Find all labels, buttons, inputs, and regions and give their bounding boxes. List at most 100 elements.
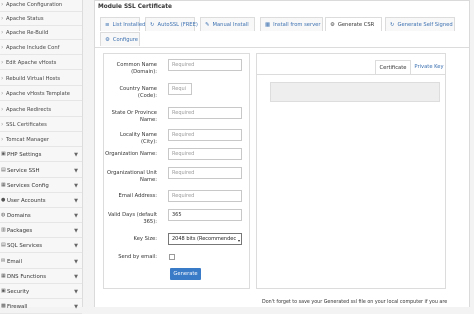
chevron-right-icon: ›: [1, 90, 4, 97]
caret-down-icon: ▼: [74, 242, 78, 249]
tab-install-from-server[interactable]: ▦ Install from server: [260, 17, 323, 31]
caret-down-icon: ▼: [74, 288, 78, 295]
tab-bar: ≡ List Installed ↻ AutoSSL (FREE) ✎ Manual …: [95, 15, 469, 48]
valid-days-input[interactable]: [168, 209, 242, 221]
sidebar-category-service-ssh[interactable]: ▤ Service SSH ▼: [0, 164, 82, 178]
caret-down-icon: ▼: [74, 197, 78, 204]
chevron-right-icon: ›: [1, 121, 4, 128]
state-province-label: State Or Province Name:: [111, 110, 157, 123]
user-icon: ●: [1, 197, 6, 203]
sidebar-category-user-accounts[interactable]: ● User Accounts ▼: [0, 194, 82, 208]
sidebar-category-dns-functions[interactable]: ▦ DNS Functions ▼: [0, 270, 82, 284]
tab-configure[interactable]: ⚙ Configure: [100, 32, 140, 46]
tab-manual-install[interactable]: ✎ Manual Install: [200, 17, 255, 31]
gear-icon: ⚙: [330, 21, 335, 28]
terminal-icon: ▤: [1, 167, 6, 173]
sidebar-category-label: DNS Functions: [7, 273, 47, 280]
caret-down-icon: ▼: [74, 151, 78, 158]
sidebar-item-label: Apache Status: [6, 15, 44, 22]
caret-down-icon: ▼: [74, 273, 78, 280]
organization-name-input[interactable]: [168, 148, 242, 160]
sidebar-category-label: Security: [7, 288, 30, 295]
tab-generate-self-signed[interactable]: ↻ Generate Self Signed: [385, 17, 455, 31]
database-icon: ▤: [1, 242, 6, 248]
valid-days-label: Valid Days (default 365):: [107, 212, 157, 225]
dns-icon: ▦: [1, 273, 6, 279]
sidebar-category-email[interactable]: ✉ Email ▼: [0, 255, 82, 269]
generate-button[interactable]: Generate: [170, 268, 201, 280]
sidebar-category-label: Packages: [7, 227, 33, 234]
country-name-label: Country Name (Code):: [119, 86, 157, 99]
send-by-email-label: Send by email:: [118, 254, 157, 260]
tab-generate-csr[interactable]: ⚙ Generate CSR: [325, 17, 382, 31]
sidebar-category-label: User Accounts: [7, 197, 46, 204]
sidebar-item-rebuild-virtual-hosts[interactable]: › Rebuild Virtual Hosts: [0, 72, 82, 86]
tab-certificate[interactable]: Certificate: [375, 60, 411, 74]
sidebar-category-label: Domains: [7, 212, 31, 219]
state-province-input[interactable]: [168, 107, 242, 119]
sidebar-item-ssl-certificates[interactable]: › SSL Certificates: [0, 118, 82, 132]
common-name-input[interactable]: [168, 59, 242, 71]
country-code-input[interactable]: [168, 83, 192, 95]
chevron-right-icon: ›: [1, 59, 4, 66]
send-by-email-checkbox[interactable]: [169, 254, 175, 260]
key-size-select[interactable]: 2048 bits (Recommendec ▾: [168, 233, 242, 245]
locality-name-label: Locality Name (City):: [120, 132, 157, 145]
key-size-selected: 2048 bits (Recommendec: [172, 236, 237, 242]
sidebar-category-label: Services Config: [7, 182, 49, 189]
sidebar-category-services-config[interactable]: ▦ Services Config ▼: [0, 179, 82, 193]
sidebar-item-apache-redirects[interactable]: › Apache Redirects: [0, 103, 82, 117]
sidebar-category-php-settings[interactable]: ▣ PHP Settings ▼: [0, 148, 82, 162]
chevron-right-icon: ›: [1, 44, 4, 51]
common-name-label: Common Name (Domain):: [116, 62, 157, 75]
sidebar-item-apache-vhosts-template[interactable]: › Apache vHosts Template: [0, 87, 82, 101]
chevron-right-icon: ›: [1, 136, 4, 143]
server-icon: ▦: [1, 182, 6, 188]
sidebar-item-label: Apache vHosts Template: [6, 90, 70, 97]
certificate-output[interactable]: [270, 82, 440, 102]
edit-icon: ✎: [205, 21, 210, 28]
tab-list-installed[interactable]: ≡ List Installed: [100, 17, 145, 31]
tab-autossl[interactable]: ↻ AutoSSL (FREE): [145, 17, 198, 31]
sidebar-item-apache-rebuild[interactable]: › Apache Re-Build: [0, 26, 82, 40]
chevron-right-icon: ›: [1, 106, 4, 113]
email-address-input[interactable]: [168, 190, 242, 202]
output-pane: Certificate Private Key: [256, 53, 446, 289]
sidebar-item-apache-status[interactable]: › Apache Status: [0, 12, 82, 26]
caret-down-icon: ▼: [74, 212, 78, 219]
caret-down-icon: ▼: [74, 182, 78, 189]
list-icon: ≡: [105, 21, 110, 28]
tab-divider: [257, 74, 445, 75]
chevron-right-icon: ›: [1, 1, 4, 8]
sidebar-item-edit-apache-vhosts[interactable]: › Edit Apache vHosts: [0, 56, 82, 70]
sidebar-category-packages[interactable]: ▥ Packages ▼: [0, 224, 82, 238]
sidebar-item-apache-configuration[interactable]: › Apache Configuration: [0, 0, 82, 12]
locality-name-input[interactable]: [168, 129, 242, 141]
tab-private-key[interactable]: Private Key: [413, 60, 445, 74]
email-address-label: Email Address:: [118, 193, 157, 199]
save-warning-note: Don't forget to save your Generated ssl …: [262, 300, 448, 305]
sidebar: › Apache Configuration › Apache Status ›…: [0, 0, 83, 314]
organizational-unit-label: Organizational Unit Name:: [107, 170, 157, 183]
sidebar-item-label: SSL Certificates: [6, 121, 47, 128]
sidebar-category-label: SQL Services: [7, 242, 43, 249]
sidebar-item-label: Rebuild Virtual Hosts: [6, 75, 61, 82]
organizational-unit-input[interactable]: [168, 167, 242, 179]
sidebar-category-label: Email: [7, 258, 22, 265]
sidebar-category-label: Service SSH: [7, 167, 40, 174]
sidebar-category-domains[interactable]: ◍ Domains ▼: [0, 209, 82, 223]
package-icon: ▥: [1, 227, 6, 233]
sidebar-category-firewall[interactable]: ▩ Firewall ▼: [0, 300, 82, 314]
key-size-label: Key Size:: [133, 236, 157, 242]
php-icon: ▣: [1, 151, 6, 157]
sidebar-item-label: Apache Configuration: [6, 1, 63, 8]
sidebar-item-apache-include-conf[interactable]: › Apache Include Conf: [0, 41, 82, 55]
sidebar-item-tomcat-manager[interactable]: › Tomcat Manager: [0, 133, 82, 147]
sidebar-category-sql-services[interactable]: ▤ SQL Services ▼: [0, 239, 82, 253]
sidebar-item-label: Apache Redirects: [6, 106, 52, 113]
chevron-down-icon: ▾: [237, 238, 240, 243]
gear-icon: ⚙: [105, 36, 110, 43]
sidebar-item-label: Tomcat Manager: [6, 136, 49, 143]
organization-name-label: Organization Name:: [105, 151, 157, 157]
sidebar-category-security[interactable]: ▣ Security ▼: [0, 285, 82, 299]
